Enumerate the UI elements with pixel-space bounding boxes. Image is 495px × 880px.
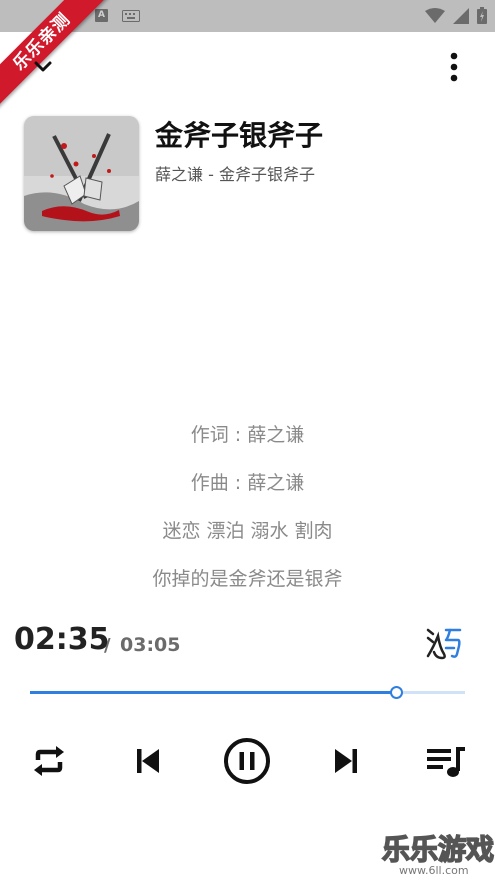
collapse-button[interactable] (28, 52, 58, 82)
lyric-line[interactable]: 迷恋 漂泊 溺水 割肉 (0, 516, 495, 543)
lyrics-toggle-icon (426, 628, 462, 660)
watermark-logo: 乐乐游戏 www.6ll.com (381, 828, 495, 880)
song-title: 金斧子银斧子 (155, 119, 324, 152)
total-time: 03:05 (120, 634, 181, 656)
pause-button[interactable] (223, 737, 271, 785)
album-cover-image (24, 116, 139, 231)
more-vertical-icon (450, 52, 458, 82)
chevron-down-icon (34, 61, 52, 72)
repeat-button[interactable] (28, 740, 70, 782)
previous-button[interactable] (130, 742, 166, 780)
current-time: 02:35 (14, 622, 110, 657)
wifi-icon (425, 7, 445, 23)
watermark-brand: 乐乐游戏 (381, 832, 495, 867)
seek-bar-thumb[interactable] (389, 686, 403, 699)
next-button[interactable] (328, 742, 364, 780)
signal-icon (453, 7, 469, 24)
time-separator: / (104, 635, 111, 656)
seek-bar[interactable] (30, 686, 465, 699)
playlist-button[interactable] (424, 742, 468, 782)
lyric-line[interactable]: 你掉的是金斧还是银斧 (0, 564, 495, 591)
seek-bar-progress (30, 691, 395, 694)
lyrics-toggle-button[interactable] (424, 624, 464, 662)
song-artist-album: 薛之谦 - 金斧子银斧子 (155, 165, 315, 184)
pause-circle-icon (224, 738, 270, 784)
keyboard-icon (122, 9, 140, 22)
playlist-icon (427, 747, 465, 777)
battery-icon (477, 7, 487, 24)
lyric-line[interactable]: 作曲 : 薛之谦 (0, 468, 495, 495)
skip-next-icon (335, 749, 357, 773)
skip-previous-icon (137, 749, 159, 773)
watermark-url: www.6ll.com (399, 864, 469, 877)
repeat-icon (34, 746, 64, 776)
more-options-button[interactable] (440, 50, 468, 84)
lyric-line[interactable]: 作词 : 薛之谦 (0, 420, 495, 447)
album-art (24, 116, 139, 231)
